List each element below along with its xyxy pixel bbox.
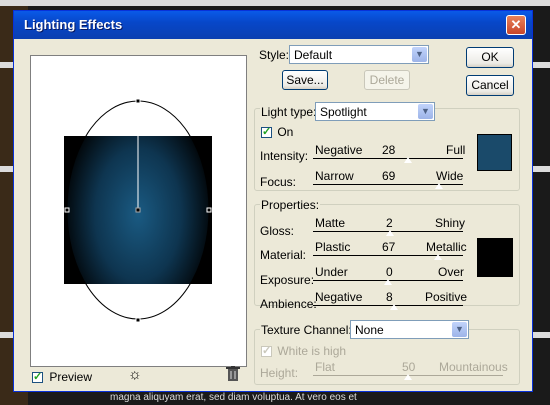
- chevron-down-icon: ▼: [452, 322, 467, 337]
- style-label: Style:: [259, 48, 290, 62]
- cancel-button[interactable]: Cancel: [466, 75, 514, 96]
- focus-label: Focus:: [260, 175, 297, 189]
- close-button[interactable]: ✕: [506, 15, 526, 35]
- light-handle-bottom[interactable]: [135, 317, 141, 323]
- ambient-color-swatch[interactable]: [477, 238, 513, 277]
- light-bulb-icon[interactable]: ☼: [128, 366, 142, 383]
- light-type-value: Spotlight: [320, 105, 367, 119]
- ambience-slider-thumb[interactable]: [389, 303, 399, 311]
- light-on-label: On: [277, 125, 294, 139]
- ambience-label: Ambience:: [260, 297, 317, 311]
- texture-channel-select[interactable]: None ▼: [350, 320, 469, 339]
- gloss-slider-thumb[interactable]: [384, 229, 395, 237]
- style-value: Default: [294, 48, 333, 62]
- exposure-label: Exposure:: [260, 273, 315, 287]
- light-type-label: Light type:: [260, 105, 318, 119]
- white-is-high-checkbox[interactable]: [261, 344, 272, 358]
- title-bar[interactable]: Lighting Effects ✕: [14, 11, 532, 39]
- material-label: Material:: [260, 248, 307, 262]
- light-on-row[interactable]: On: [261, 125, 293, 139]
- background-divider: [0, 0, 550, 6]
- preview-label: Preview: [49, 370, 93, 384]
- light-handle-top[interactable]: [135, 98, 141, 104]
- texture-channel-label: Texture Channel:: [260, 323, 353, 337]
- exposure-slider-thumb[interactable]: [383, 278, 393, 286]
- gloss-slider[interactable]: [313, 228, 463, 238]
- light-handle-right[interactable]: [206, 207, 212, 213]
- preview-svg: [31, 56, 246, 366]
- lighting-effects-dialog: Lighting Effects ✕ ✓ Preview ☼ Style: De…: [13, 10, 533, 392]
- height-label: Height:: [260, 366, 299, 380]
- preview-checkbox-row[interactable]: Preview: [32, 370, 92, 384]
- chevron-down-icon: ▼: [412, 47, 427, 62]
- intensity-slider-thumb[interactable]: [402, 156, 413, 164]
- chevron-down-icon: ▼: [418, 104, 433, 119]
- save-button[interactable]: Save...: [282, 70, 328, 90]
- white-is-high-label: White is high: [277, 344, 347, 358]
- properties-title: Properties:: [260, 198, 321, 212]
- white-is-high-row[interactable]: White is high: [261, 344, 346, 358]
- light-on-checkbox[interactable]: [261, 125, 272, 139]
- intensity-slider[interactable]: [313, 155, 463, 165]
- height-slider-thumb[interactable]: [403, 373, 413, 381]
- focus-slider-thumb[interactable]: [434, 182, 444, 190]
- exposure-slider[interactable]: [313, 277, 463, 287]
- close-icon: ✕: [510, 17, 522, 32]
- light-color-swatch[interactable]: [477, 134, 512, 171]
- light-center-handle[interactable]: [135, 207, 141, 213]
- material-slider[interactable]: [313, 252, 463, 262]
- style-select[interactable]: Default ▼: [289, 45, 429, 64]
- gloss-label: Gloss:: [260, 224, 295, 238]
- height-slider[interactable]: [313, 372, 503, 382]
- window-title: Lighting Effects: [24, 17, 123, 32]
- delete-button[interactable]: Delete: [364, 70, 410, 90]
- ambience-slider[interactable]: [313, 302, 463, 312]
- trash-icon[interactable]: [226, 366, 240, 385]
- intensity-label: Intensity:: [260, 149, 309, 163]
- background-caption: magna aliquyam erat, sed diam voluptua. …: [110, 392, 357, 403]
- texture-channel-value: None: [355, 323, 384, 337]
- preview-checkbox[interactable]: [32, 370, 43, 384]
- ok-button[interactable]: OK: [466, 47, 514, 68]
- material-slider-thumb[interactable]: [432, 253, 443, 261]
- focus-slider[interactable]: [313, 181, 463, 191]
- light-type-select[interactable]: Spotlight ▼: [315, 102, 435, 121]
- preview-canvas[interactable]: [30, 55, 247, 367]
- light-handle-left[interactable]: [64, 207, 70, 213]
